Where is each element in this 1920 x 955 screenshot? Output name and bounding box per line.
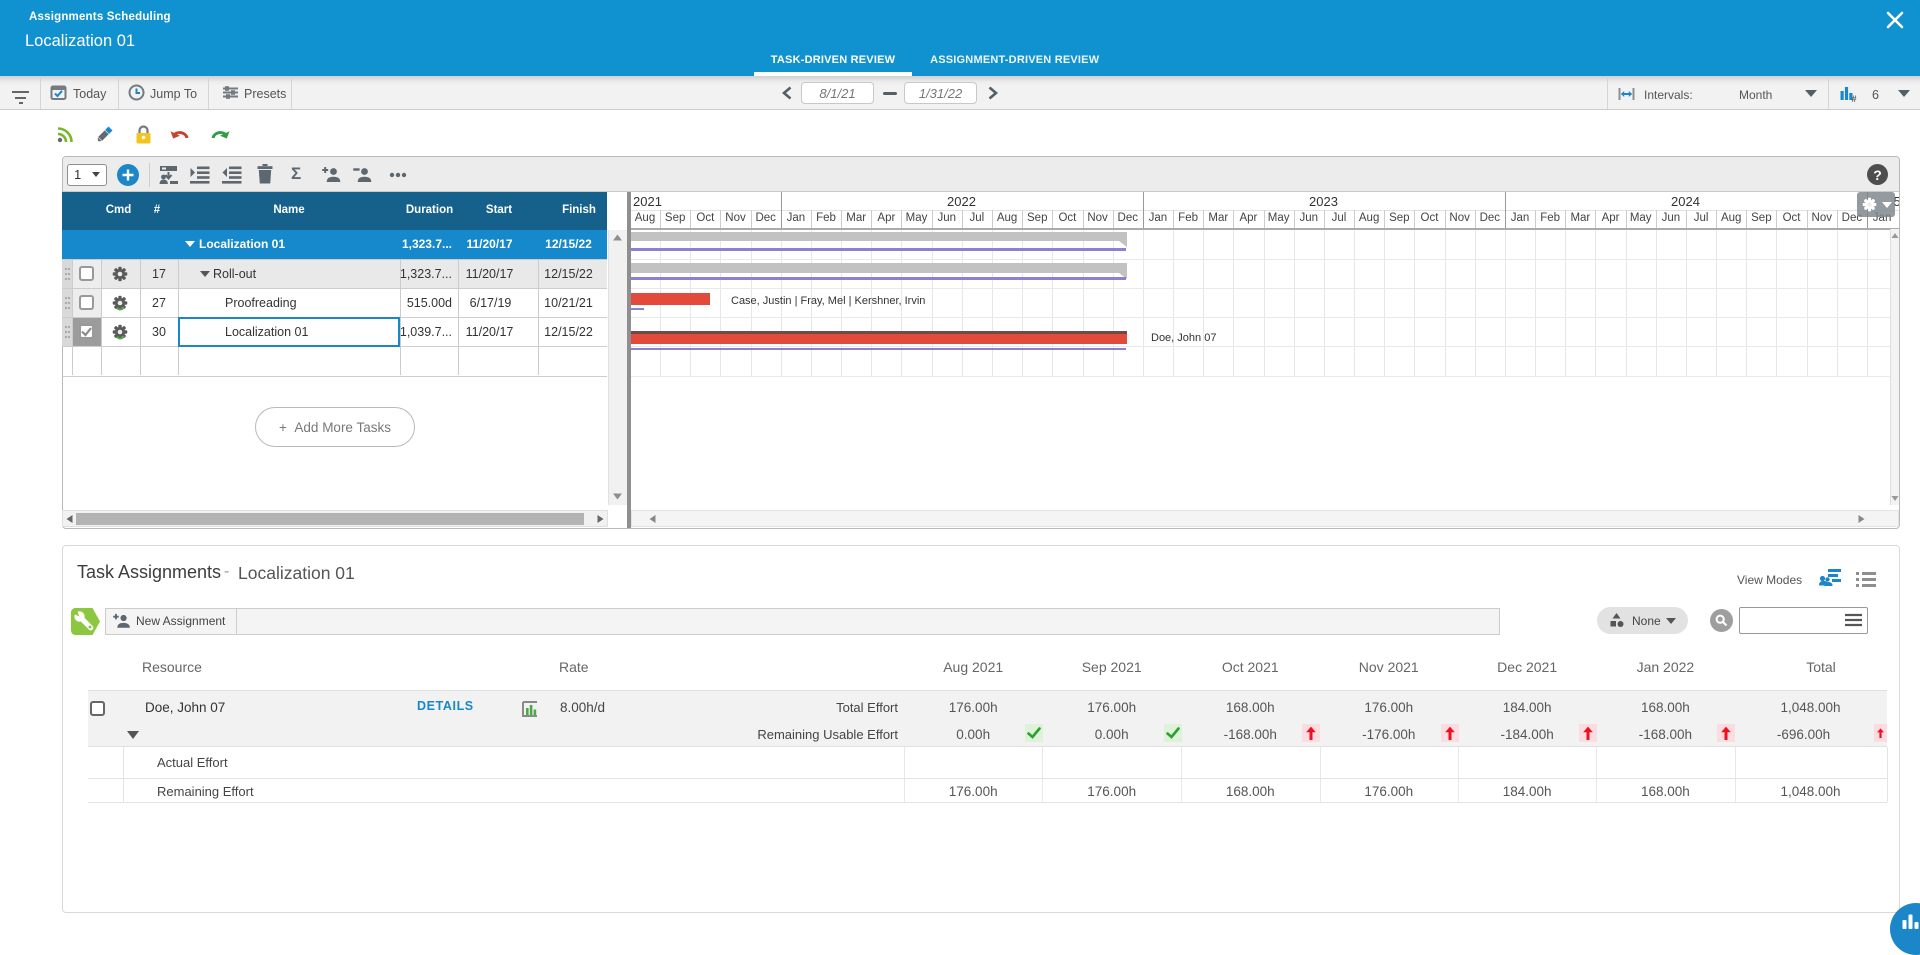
svg-text:#: # (1852, 94, 1857, 102)
